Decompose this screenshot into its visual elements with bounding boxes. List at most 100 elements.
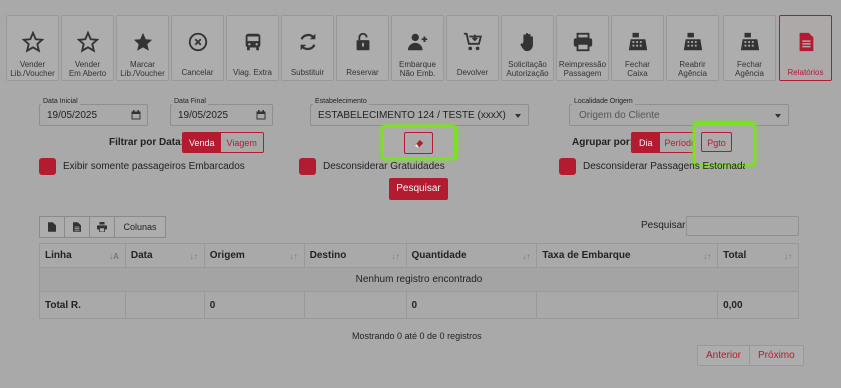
group-pgto-option[interactable]: Pgto (701, 132, 732, 152)
toolbar-label: Marcar Lib./Voucher (120, 60, 165, 78)
estornadas-checkbox[interactable] (559, 158, 576, 175)
table-search-label: Pesquisar (641, 220, 686, 231)
hand-icon (502, 30, 553, 54)
star-filled-icon (117, 30, 168, 54)
toolbar-label: Vender Em Aberto (68, 60, 107, 78)
data-final-value: 19/05/2025 (178, 110, 229, 121)
report-table: Linha ↓A Data ↓↑ Origem ↓↑ Destino ↓↑ Quanti… (39, 243, 799, 319)
fechar-agencia-button[interactable]: Fechar Agência (723, 15, 776, 81)
estabelecimento-label: Estabelecimento (313, 98, 369, 105)
toolbar-label: Cancelar (181, 68, 214, 77)
total-cell: 0 (203, 291, 305, 319)
next-page-button[interactable]: Próximo (749, 346, 803, 365)
filter-venda-option[interactable]: Venda (183, 133, 221, 152)
total-cell (536, 291, 719, 319)
calendar-icon[interactable] (131, 110, 141, 120)
register-icon (667, 30, 718, 54)
devolver-button[interactable]: Devolver (446, 15, 499, 81)
col-linha-header[interactable]: Linha ↓A (39, 243, 126, 268)
data-inicial-input[interactable]: 19/05/2025 (39, 104, 148, 126)
sort-asc-icon: ↓A (109, 252, 119, 261)
col-taxa-embarque-header[interactable]: Taxa de Embarque ↓↑ (536, 243, 719, 268)
estornadas-checkbox-label: Desconsiderar Passagens Estornadas (583, 161, 745, 172)
clear-filters-button[interactable] (404, 132, 433, 154)
unlock-icon (337, 30, 388, 54)
embarcados-checkbox[interactable] (39, 158, 56, 175)
col-origem-header[interactable]: Origem ↓↑ (203, 243, 305, 268)
gratuidades-checkbox[interactable] (299, 158, 316, 175)
embarcados-checkbox-label: Exibir somente passageiros Embarcados (63, 161, 245, 172)
eraser-icon (414, 139, 423, 148)
solicitacao-autorizacao-button[interactable]: Solicitação Autorização (501, 15, 554, 81)
toolbar-label: Vender Lib./Voucher (10, 60, 55, 78)
viag-extra-button[interactable]: Viag. Extra (226, 15, 279, 81)
col-data-header[interactable]: Data ↓↑ (124, 243, 205, 268)
sort-icon: ↓↑ (189, 252, 198, 261)
fechar-caixa-button[interactable]: Fechar Caixa (611, 15, 664, 81)
reservar-button[interactable]: Reservar (336, 15, 389, 81)
sort-icon: ↓↑ (522, 252, 531, 261)
total-cell (303, 291, 407, 319)
circle-x-icon (172, 30, 223, 54)
localidade-origem-select[interactable]: Origem do Cliente (569, 104, 789, 126)
export-pdf-button[interactable] (64, 216, 90, 238)
sort-icon: ↓↑ (391, 252, 400, 261)
filtrar-por-data-label: Filtrar por Data: (109, 137, 185, 148)
pesquisar-button[interactable]: Pesquisar (389, 178, 448, 200)
sort-icon: ↓↑ (289, 252, 298, 261)
toolbar-label: Fechar Agência (735, 60, 764, 78)
toolbar-label: Reservar (346, 68, 379, 77)
action-toolbar: Vender Lib./Voucher Vender Em Aberto Mar… (0, 11, 841, 83)
toolbar-label: Viag. Extra (233, 68, 272, 77)
reabrir-agencia-button[interactable]: Reabrir Agência (666, 15, 719, 81)
estabelecimento-value: ESTABELECIMENTO 124 / TESTE (xxxX) (318, 110, 506, 121)
localidade-origem-label: Localidade Origem (572, 98, 635, 105)
colunas-button[interactable]: Colunas (114, 216, 166, 238)
toolbar-label: Reabrir Agência (678, 60, 707, 78)
table-search-input[interactable] (686, 216, 799, 236)
file-text-icon (73, 222, 81, 232)
estabelecimento-select[interactable]: ESTABELECIMENTO 124 / TESTE (xxxX) (310, 104, 529, 126)
data-final-input[interactable]: 19/05/2025 (170, 104, 273, 126)
prev-page-button[interactable]: Anterior (698, 346, 749, 365)
col-destino-header[interactable]: Destino ↓↑ (303, 243, 407, 268)
table-header-row: Linha ↓A Data ↓↑ Origem ↓↑ Destino ↓↑ Quanti… (39, 243, 799, 268)
chevron-down-icon (775, 114, 781, 118)
gratuidades-checkbox-label: Desconsiderar Gratuidades (323, 161, 445, 172)
file-icon (48, 222, 56, 232)
data-inicial-value: 19/05/2025 (47, 110, 98, 121)
total-cell: Total R. (39, 291, 126, 319)
document-icon (780, 30, 831, 54)
cancelar-button[interactable]: Cancelar (171, 15, 224, 81)
total-row: Total R. 0 0 0,00 (39, 291, 799, 319)
toolbar-label: Embarque Não Emb. (399, 60, 436, 78)
substituir-button[interactable]: Substituir (281, 15, 334, 81)
relatorios-button[interactable]: Relatórios (779, 15, 832, 81)
col-quantidade-header[interactable]: Quantidade ↓↑ (405, 243, 538, 268)
marcar-lib-voucher-button[interactable]: Marcar Lib./Voucher (116, 15, 169, 81)
group-dia-option[interactable]: Dia (632, 133, 660, 152)
vender-em-aberto-button[interactable]: Vender Em Aberto (61, 15, 114, 81)
chevron-down-icon (515, 114, 521, 118)
toolbar-label: Fechar Caixa (625, 60, 650, 78)
cart-down-icon (447, 30, 498, 54)
agrupar-por-label: Agrupar por: (572, 137, 634, 148)
pagination: Anterior Próximo (697, 345, 804, 366)
refresh-icon (282, 30, 333, 54)
print-button[interactable] (89, 216, 115, 238)
register-icon (612, 30, 663, 54)
export-excel-button[interactable] (39, 216, 65, 238)
col-total-header[interactable]: Total ↓↑ (717, 243, 799, 268)
data-inicial-label: Data Inicial (41, 98, 80, 105)
register-icon (724, 30, 775, 54)
calendar-icon[interactable] (256, 110, 266, 120)
sort-icon: ↓↑ (703, 252, 712, 261)
total-cell: 0 (405, 291, 538, 319)
sort-icon: ↓↑ (784, 252, 792, 261)
filter-viagem-option[interactable]: Viagem (220, 133, 263, 152)
filtrar-por-data-toggle: Venda Viagem (182, 132, 264, 153)
vender-lib-voucher-button[interactable]: Vender Lib./Voucher (6, 15, 59, 81)
embarque-nao-emb-button[interactable]: Embarque Não Emb. (391, 15, 444, 81)
reimpressao-passagem-button[interactable]: Reimpressão Passagem (556, 15, 609, 81)
table-row: Nenhum registro encontrado (39, 267, 799, 292)
